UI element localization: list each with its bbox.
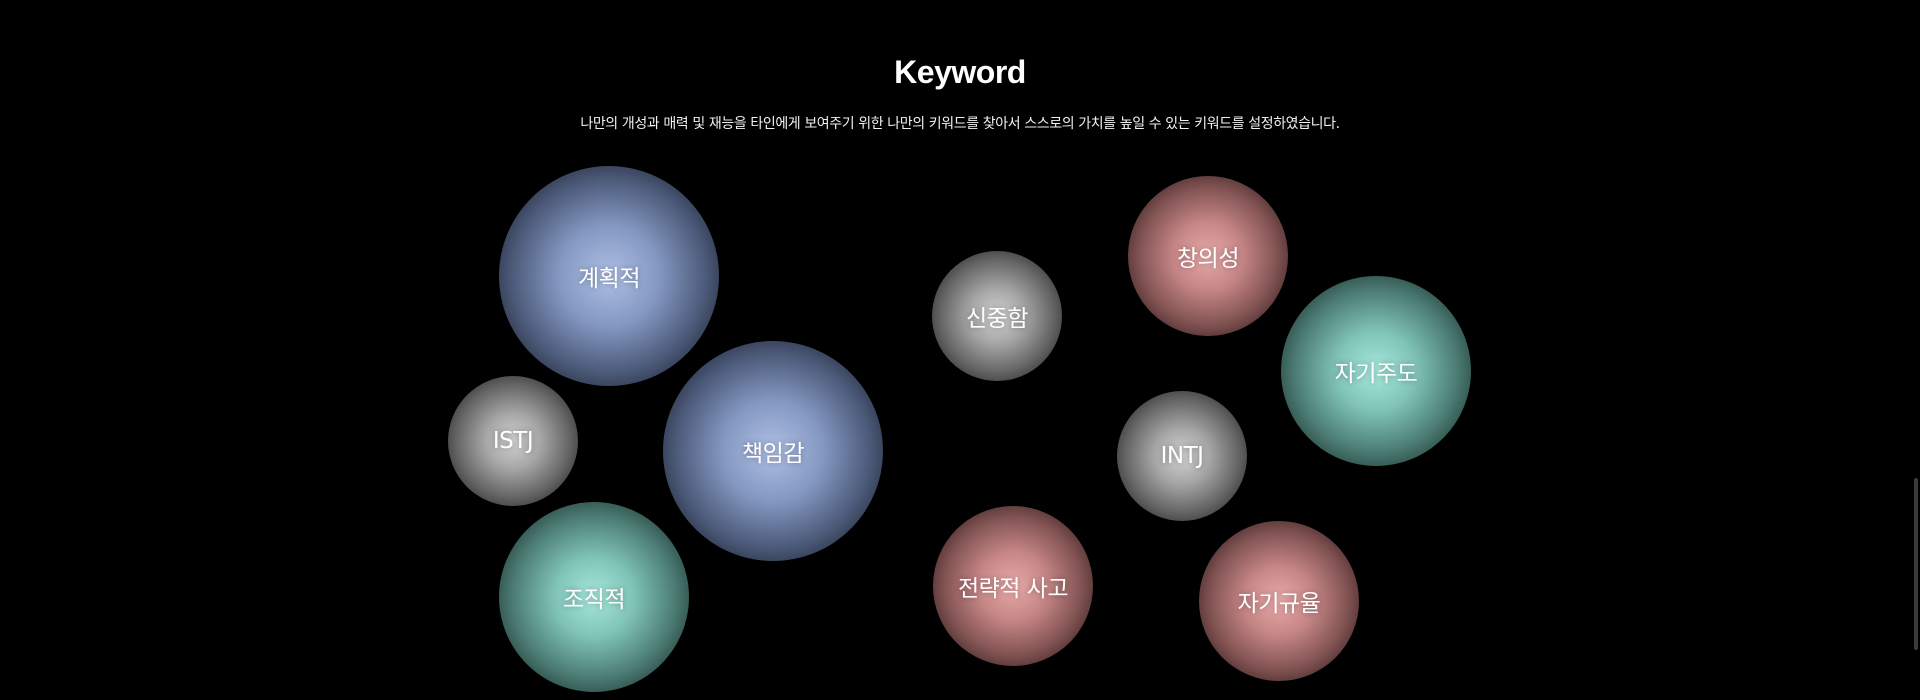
keyword-label: 전략적 사고 bbox=[957, 576, 1069, 602]
keyword-bubble-planned[interactable]: 계획적 bbox=[499, 166, 719, 386]
section-description: 나만의 개성과 매력 및 재능을 타인에게 보여주기 위한 나만의 키워드를 찾… bbox=[580, 116, 1340, 132]
keyword-bubble-strategic-thinking[interactable]: 전략적 사고 bbox=[933, 506, 1093, 666]
section-title: Keyword bbox=[894, 54, 1026, 90]
keyword-section: Keyword 나만의 개성과 매력 및 재능을 타인에게 보여주기 위한 나만… bbox=[0, 0, 1920, 700]
keyword-label: 자기주도 bbox=[1334, 361, 1418, 387]
keyword-label: 계획적 bbox=[578, 266, 640, 292]
keyword-bubble-intj[interactable]: INTJ bbox=[1117, 391, 1247, 521]
scrollbar-thumb[interactable] bbox=[1914, 478, 1918, 650]
keyword-label: INTJ bbox=[1160, 443, 1204, 469]
keyword-label: 책임감 bbox=[742, 441, 804, 467]
keyword-bubble-organized[interactable]: 조직적 bbox=[499, 502, 689, 692]
keyword-label: ISTJ bbox=[492, 428, 534, 454]
keyword-label: 조직적 bbox=[563, 587, 625, 613]
keyword-bubble-prudence[interactable]: 신중함 bbox=[932, 251, 1062, 381]
keyword-label: 자기규율 bbox=[1237, 591, 1321, 617]
keyword-bubble-responsibility[interactable]: 책임감 bbox=[663, 341, 883, 561]
keyword-bubble-self-discipline[interactable]: 자기규율 bbox=[1199, 521, 1359, 681]
keyword-bubble-self-directed[interactable]: 자기주도 bbox=[1281, 276, 1471, 466]
keyword-bubble-istj[interactable]: ISTJ bbox=[448, 376, 578, 506]
page-scrollbar[interactable] bbox=[1910, 0, 1920, 700]
keyword-label: 창의성 bbox=[1177, 246, 1239, 272]
keyword-label: 신중함 bbox=[966, 306, 1028, 332]
keyword-bubble-creativity[interactable]: 창의성 bbox=[1128, 176, 1288, 336]
